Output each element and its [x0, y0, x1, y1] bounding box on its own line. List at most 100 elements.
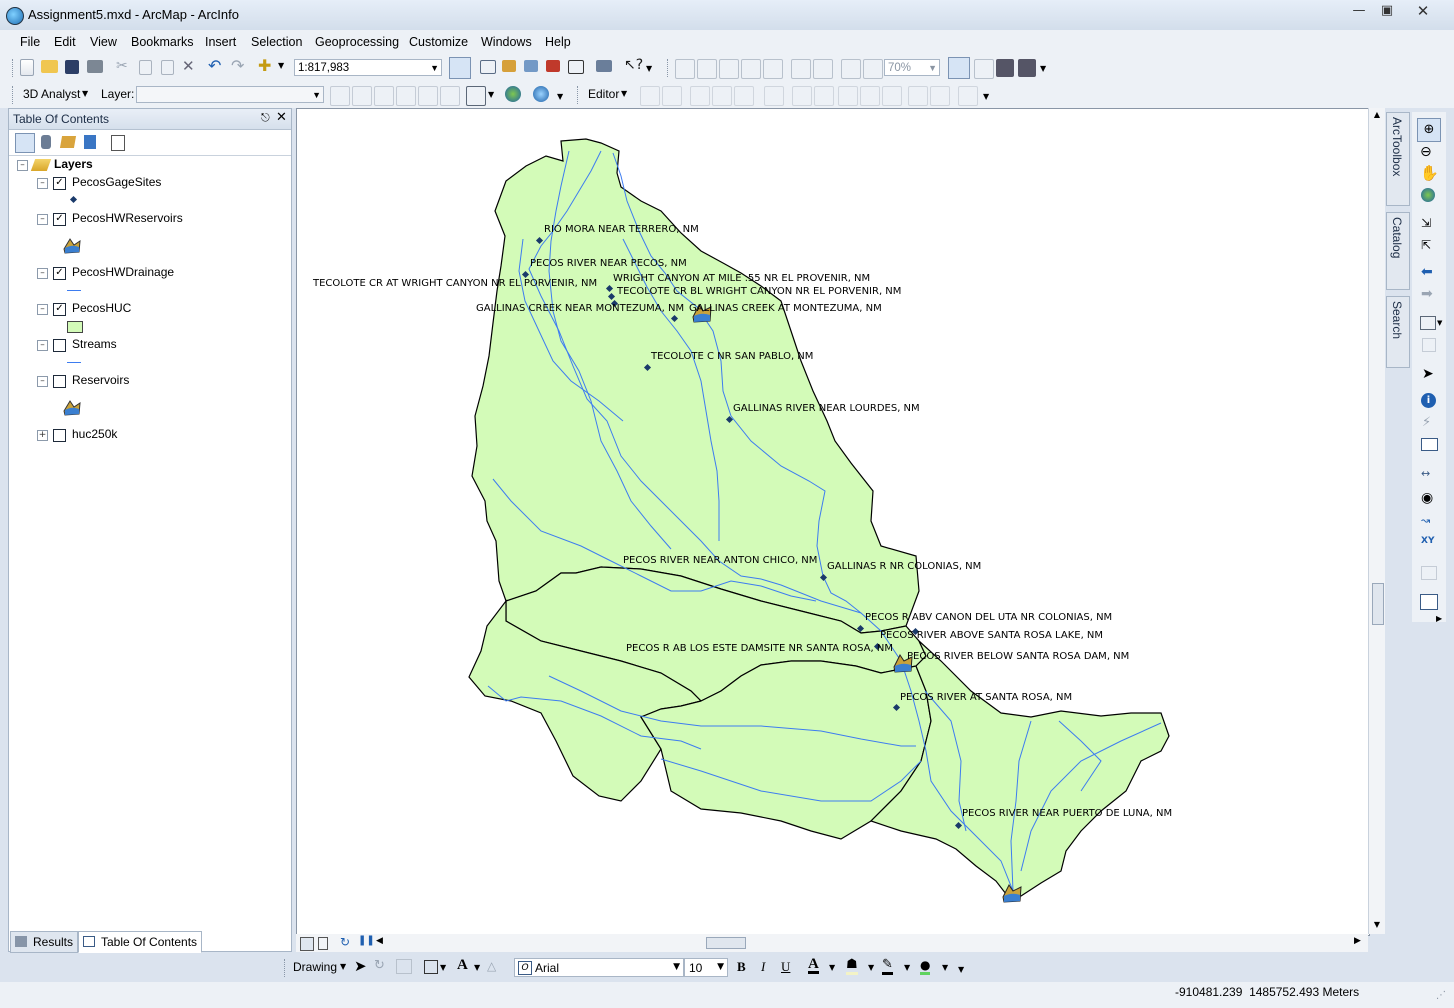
zoom-in-icon[interactable]: ⊕ — [1417, 118, 1441, 142]
menu-insert[interactable]: Insert — [205, 35, 236, 49]
edit-vertices-icon[interactable]: △ — [487, 959, 496, 973]
toc-options-icon[interactable] — [111, 135, 125, 151]
create-features-icon[interactable] — [958, 86, 978, 106]
layout-pan-icon[interactable] — [719, 59, 739, 79]
interpolate-polygon-icon[interactable] — [440, 86, 460, 106]
collapse-layer-icon[interactable]: – — [37, 214, 48, 225]
attributes-icon[interactable] — [908, 86, 928, 106]
collapse-layer-icon[interactable]: – — [37, 304, 48, 315]
menu-help[interactable]: Help — [545, 35, 571, 49]
chevron-down-icon[interactable]: ▼ — [942, 963, 948, 972]
layout-zoom-combo[interactable]: 70% ▼ — [884, 59, 940, 76]
layer-visibility-checkbox[interactable]: ✓ — [53, 177, 66, 190]
edit-vertices-icon[interactable] — [792, 86, 812, 106]
menu-file[interactable]: File — [20, 35, 40, 49]
edit-tool-icon[interactable] — [640, 86, 660, 106]
find-route-icon[interactable]: ↝ — [1421, 514, 1430, 527]
layout-zoom-in-icon[interactable] — [675, 59, 695, 79]
scroll-thumb[interactable] — [1372, 583, 1384, 625]
line-symbol-icon[interactable] — [67, 290, 81, 291]
fixed-zoom-out-icon[interactable] — [813, 59, 833, 79]
tab-arctoolbox[interactable]: ArcToolbox — [1386, 112, 1410, 206]
viewer-window-icon[interactable] — [1420, 594, 1438, 610]
search-window-icon[interactable] — [524, 60, 538, 72]
maximize-button[interactable]: ▣ — [1374, 2, 1400, 20]
layer-visibility-checkbox[interactable] — [53, 429, 66, 442]
horizontal-scroll-thumb[interactable] — [706, 937, 746, 949]
scroll-down-icon[interactable]: ▼ — [1369, 920, 1385, 929]
list-by-source-icon[interactable] — [41, 135, 51, 149]
split-tool-icon[interactable] — [860, 86, 880, 106]
layer-streams[interactable]: Streams — [72, 337, 117, 351]
editor-toolbar-toggle-icon[interactable] — [449, 57, 471, 79]
toolbar-grip[interactable] — [577, 86, 581, 104]
layer-huc250k[interactable]: huc250k — [72, 427, 117, 441]
clear-selection-icon[interactable] — [1422, 338, 1436, 352]
menu-customize[interactable]: Customize — [409, 35, 468, 49]
map-display[interactable]: RIO MORA NEAR TERRERO, NM PECOS RIVER NE… — [296, 108, 1370, 936]
layer-pecosgagesites[interactable]: PecosGageSites — [72, 175, 161, 189]
arctoolbox-icon[interactable] — [546, 60, 560, 72]
collapse-layer-icon[interactable]: – — [37, 376, 48, 387]
list-by-drawing-order-icon[interactable] — [15, 133, 35, 153]
copy-icon[interactable] — [139, 60, 152, 75]
add-data-icon[interactable]: ✚ — [258, 56, 271, 75]
bold-button[interactable]: B — [737, 959, 746, 975]
toolbar-options-icon[interactable]: ▶ — [1436, 614, 1442, 623]
delete-icon[interactable]: ✕ — [182, 57, 195, 75]
time-slider-icon[interactable] — [1421, 566, 1437, 580]
underline-button[interactable]: U — [781, 959, 790, 975]
zoom-100-percent-icon[interactable] — [763, 59, 783, 79]
whats-this-icon[interactable]: ↖? — [624, 57, 643, 73]
cut-icon[interactable]: ✂ — [116, 58, 128, 74]
paste-icon[interactable] — [161, 60, 174, 75]
rotate-icon[interactable]: ↻ — [374, 958, 385, 973]
layer-visibility-checkbox[interactable] — [53, 375, 66, 388]
tab-table-of-contents[interactable]: Table Of Contents — [78, 931, 203, 953]
catalog-window-icon[interactable] — [502, 60, 516, 72]
layer-visibility-checkbox[interactable]: ✓ — [53, 267, 66, 280]
tab-results[interactable]: Results — [10, 931, 79, 953]
previous-extent-icon[interactable] — [841, 59, 861, 79]
polygon-symbol-icon[interactable] — [67, 321, 83, 333]
select-elements-icon[interactable]: ➤ — [1422, 366, 1434, 382]
chevron-down-icon[interactable]: ▼ — [868, 963, 874, 972]
toolbar-options-icon[interactable]: ▼ — [1040, 64, 1046, 73]
toolbar-grip[interactable] — [12, 86, 16, 104]
toolbar-options-icon[interactable]: ▼ — [646, 64, 652, 73]
html-popup-icon[interactable] — [1421, 438, 1438, 451]
arcglobe-icon[interactable] — [533, 86, 549, 102]
layer-visibility-checkbox[interactable]: ✓ — [53, 213, 66, 226]
menu-bookmarks[interactable]: Bookmarks — [131, 35, 194, 49]
sketch-properties-icon[interactable] — [930, 86, 950, 106]
marker-color-icon[interactable]: ● — [920, 958, 931, 975]
straight-segment-icon[interactable] — [690, 86, 710, 106]
scroll-right-icon[interactable]: ▶ — [1354, 936, 1361, 946]
chevron-down-icon[interactable]: ▼ — [829, 963, 835, 972]
layer-visibility-checkbox[interactable]: ✓ — [53, 303, 66, 316]
refresh-icon[interactable]: ↻ — [340, 935, 350, 949]
go-to-xy-icon[interactable]: XY — [1421, 536, 1434, 546]
map-scale-combo[interactable]: 1:817,983 ▼ — [294, 59, 442, 76]
layers-root-label[interactable]: Layers — [54, 157, 93, 171]
select-features-icon[interactable] — [1420, 316, 1436, 330]
line-of-sight-icon[interactable] — [374, 86, 394, 106]
vertical-scrollbar[interactable]: ▲ ▼ — [1368, 108, 1385, 934]
font-combo[interactable]: O Arial ▼ — [514, 958, 684, 977]
trace-icon[interactable] — [734, 86, 754, 106]
font-size-combo[interactable]: 10 ▼ — [684, 958, 728, 977]
edit-annotation-icon[interactable] — [662, 86, 682, 106]
modelbuilder-icon[interactable] — [596, 60, 612, 72]
scroll-up-icon[interactable]: ▲ — [1369, 110, 1385, 119]
go-back-extent-icon[interactable]: ⬅ — [1421, 264, 1433, 280]
change-layout-icon[interactable] — [996, 59, 1014, 77]
interpolate-point-icon[interactable] — [396, 86, 416, 106]
fixed-zoom-in-icon[interactable]: ⇲ — [1421, 216, 1431, 230]
open-folder-icon[interactable] — [41, 60, 58, 73]
font-color-icon[interactable]: A — [808, 957, 819, 974]
contour-icon[interactable] — [330, 86, 350, 106]
toolbar-options-icon[interactable]: ▼ — [557, 92, 563, 101]
next-extent-icon[interactable] — [863, 59, 883, 79]
data-driven-pages-icon[interactable] — [1018, 59, 1036, 77]
tab-catalog[interactable]: Catalog — [1386, 212, 1410, 290]
